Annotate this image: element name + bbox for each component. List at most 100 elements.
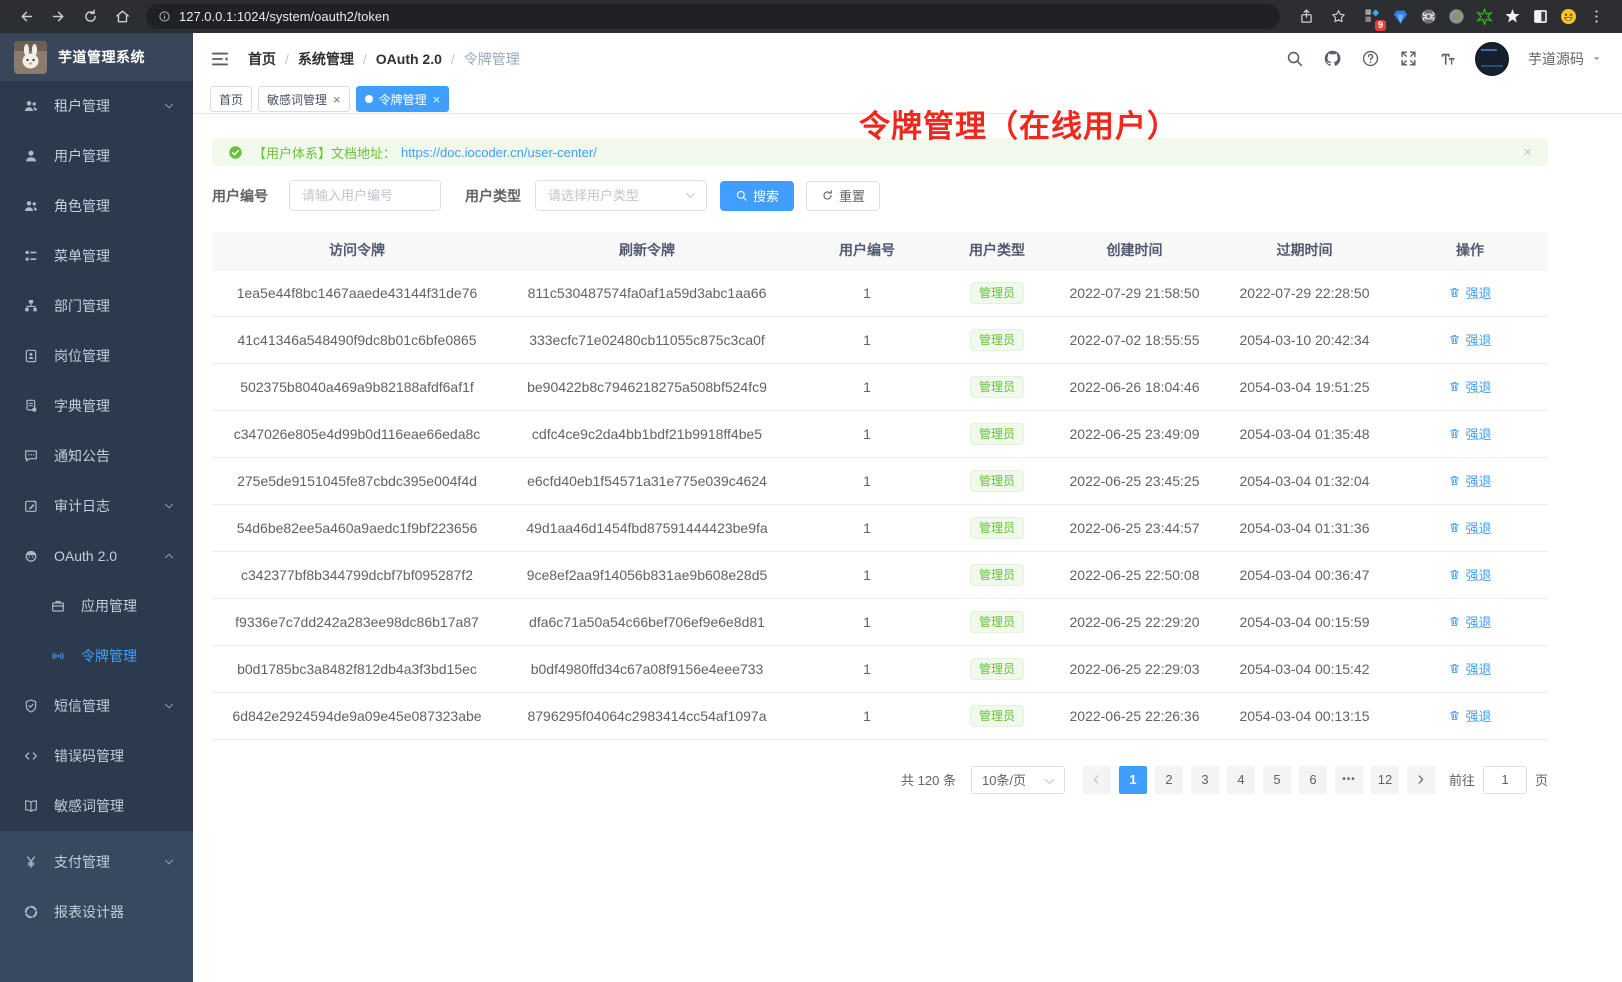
back-button[interactable] <box>13 4 39 30</box>
user-id-input[interactable] <box>289 180 441 211</box>
expire-time-cell: 2054-03-04 00:15:59 <box>1217 598 1392 645</box>
column-header: 用户类型 <box>942 232 1052 269</box>
page-ellipsis[interactable]: ••• <box>1335 766 1363 794</box>
white-star-icon[interactable] <box>1500 5 1524 29</box>
tab-首页[interactable]: 首页 <box>210 86 252 112</box>
ext-grid-icon[interactable]: 9 <box>1360 5 1384 29</box>
created-time-cell: 2022-06-26 18:04:46 <box>1052 363 1217 410</box>
force-logout-button[interactable]: 强退 <box>1448 612 1491 631</box>
breadcrumb-separator: / <box>363 51 367 67</box>
access-token-cell: f9336e7c7dd242a283ee98dc86b17a87 <box>212 598 502 645</box>
force-logout-button[interactable]: 强退 <box>1448 424 1491 443</box>
trash-icon <box>1448 380 1461 393</box>
tab-敏感词管理[interactable]: 敏感词管理 × <box>258 86 350 112</box>
browser-menu-button[interactable] <box>1583 4 1609 30</box>
search-button[interactable]: 搜索 <box>720 181 794 211</box>
breadcrumb-separator: / <box>451 51 455 67</box>
force-logout-button[interactable]: 强退 <box>1448 565 1491 584</box>
user-type-badge: 管理员 <box>970 423 1024 445</box>
reload-button[interactable] <box>77 4 103 30</box>
split-square-icon[interactable] <box>1528 5 1552 29</box>
search-icon[interactable] <box>1285 49 1304 68</box>
table-row: b0d1785bc3a8482f812db4a3f3bd15ecb0df4980… <box>212 645 1548 692</box>
sidebar-item-errcode[interactable]: 错误码管理 <box>0 731 193 781</box>
sidebar-item-label: 敏感词管理 <box>54 796 124 816</box>
prev-page-button[interactable] <box>1083 766 1111 794</box>
question-icon[interactable] <box>1361 49 1380 68</box>
sidebar-item-report[interactable]: 报表设计器 <box>0 887 193 937</box>
page-button-2[interactable]: 2 <box>1155 766 1183 794</box>
site-info-icon[interactable] <box>158 10 171 23</box>
app-logo-bar[interactable]: 芋道管理系统 <box>0 33 193 81</box>
sidebar-item-label: 租户管理 <box>54 96 110 116</box>
page-button-12[interactable]: 12 <box>1371 766 1399 794</box>
tab-label: 敏感词管理 <box>267 91 327 108</box>
goto-page-input[interactable] <box>1483 766 1527 794</box>
fullscreen-icon[interactable] <box>1399 49 1418 68</box>
avatar[interactable] <box>1475 42 1509 76</box>
force-logout-button[interactable]: 强退 <box>1448 330 1491 349</box>
tab-close-icon[interactable]: × <box>433 93 441 106</box>
breadcrumb-item[interactable]: OAuth 2.0 <box>376 51 442 67</box>
page-size-select[interactable]: 10条/页 <box>971 766 1065 794</box>
force-logout-button[interactable]: 强退 <box>1448 377 1491 396</box>
sidebar-item-tenant[interactable]: 租户管理 <box>0 81 193 131</box>
force-logout-button[interactable]: 强退 <box>1448 706 1491 725</box>
green-star-icon[interactable] <box>1472 5 1496 29</box>
token-table: 访问令牌刷新令牌用户编号用户类型创建时间过期时间操作 1ea5e44f8bc14… <box>212 232 1548 740</box>
sidebar-item-oauth[interactable]: OAuth 2.0 <box>0 531 193 581</box>
breadcrumb-item[interactable]: 首页 <box>248 49 276 69</box>
sidebar-item-user[interactable]: 用户管理 <box>0 131 193 181</box>
gem-icon[interactable] <box>1388 5 1412 29</box>
force-logout-button[interactable]: 强退 <box>1448 283 1491 302</box>
sidebar-item-pay[interactable]: 支付管理 <box>0 837 193 887</box>
record-circle-icon[interactable] <box>1444 5 1468 29</box>
sidebar-collapse-icon[interactable] <box>210 49 230 69</box>
sidebar-item-notice[interactable]: 通知公告 <box>0 431 193 481</box>
reset-button[interactable]: 重置 <box>806 181 880 211</box>
trash-icon <box>1448 615 1461 628</box>
sidebar-item-sensitive[interactable]: 敏感词管理 <box>0 781 193 831</box>
address-bar[interactable]: 127.0.0.1:1024/system/oauth2/token <box>146 4 1280 29</box>
action-cell: 强退 <box>1392 269 1548 316</box>
force-logout-button[interactable]: 强退 <box>1448 659 1491 678</box>
user-type-badge: 管理员 <box>970 611 1024 633</box>
sidebar-item-role[interactable]: 角色管理 <box>0 181 193 231</box>
forward-button[interactable] <box>45 4 71 30</box>
page-button-1[interactable]: 1 <box>1119 766 1147 794</box>
page-button-4[interactable]: 4 <box>1227 766 1255 794</box>
user-type-select-input[interactable] <box>535 180 707 211</box>
doc-link[interactable]: https://doc.iocoder.cn/user-center/ <box>401 145 597 160</box>
page-button-3[interactable]: 3 <box>1191 766 1219 794</box>
sidebar-item-menu[interactable]: 菜单管理 <box>0 231 193 281</box>
sidebar-item-audit[interactable]: 审计日志 <box>0 481 193 531</box>
tab-令牌管理[interactable]: 令牌管理× <box>356 86 450 112</box>
force-logout-button[interactable]: 强退 <box>1448 471 1491 490</box>
sidebar-item-sms[interactable]: 短信管理 <box>0 681 193 731</box>
page-button-6[interactable]: 6 <box>1299 766 1327 794</box>
sidebar-item-label: OAuth 2.0 <box>54 548 117 564</box>
sidebar-item-dict[interactable]: 字典管理 <box>0 381 193 431</box>
force-logout-button[interactable]: 强退 <box>1448 518 1491 537</box>
emoji-face-icon[interactable] <box>1556 5 1580 29</box>
sidebar-item-dept[interactable]: 部门管理 <box>0 281 193 331</box>
page-button-5[interactable]: 5 <box>1263 766 1291 794</box>
user-type-select[interactable] <box>535 180 707 211</box>
sidebar-item-post[interactable]: 岗位管理 <box>0 331 193 381</box>
share-icon[interactable] <box>1293 4 1319 30</box>
sidebar-item-oauth-app[interactable]: 应用管理 <box>0 581 193 631</box>
user-menu[interactable]: 芋道源码 <box>1528 49 1602 69</box>
home-button[interactable] <box>109 4 135 30</box>
github-icon[interactable] <box>1323 49 1342 68</box>
tab-close-icon[interactable]: × <box>333 93 341 106</box>
action-cell: 强退 <box>1392 504 1548 551</box>
alert-close-icon[interactable]: × <box>1523 145 1532 160</box>
font-size-icon[interactable] <box>1437 49 1456 68</box>
cmd-circle-icon[interactable] <box>1416 5 1440 29</box>
user-icon <box>23 148 39 164</box>
table-row: c342377bf8b344799dcbf7bf095287f29ce8ef2a… <box>212 551 1548 598</box>
breadcrumb-item[interactable]: 系统管理 <box>298 49 354 69</box>
next-page-button[interactable] <box>1407 766 1435 794</box>
sidebar-item-oauth-token[interactable]: 令牌管理 <box>0 631 193 681</box>
star-icon[interactable] <box>1325 4 1351 30</box>
